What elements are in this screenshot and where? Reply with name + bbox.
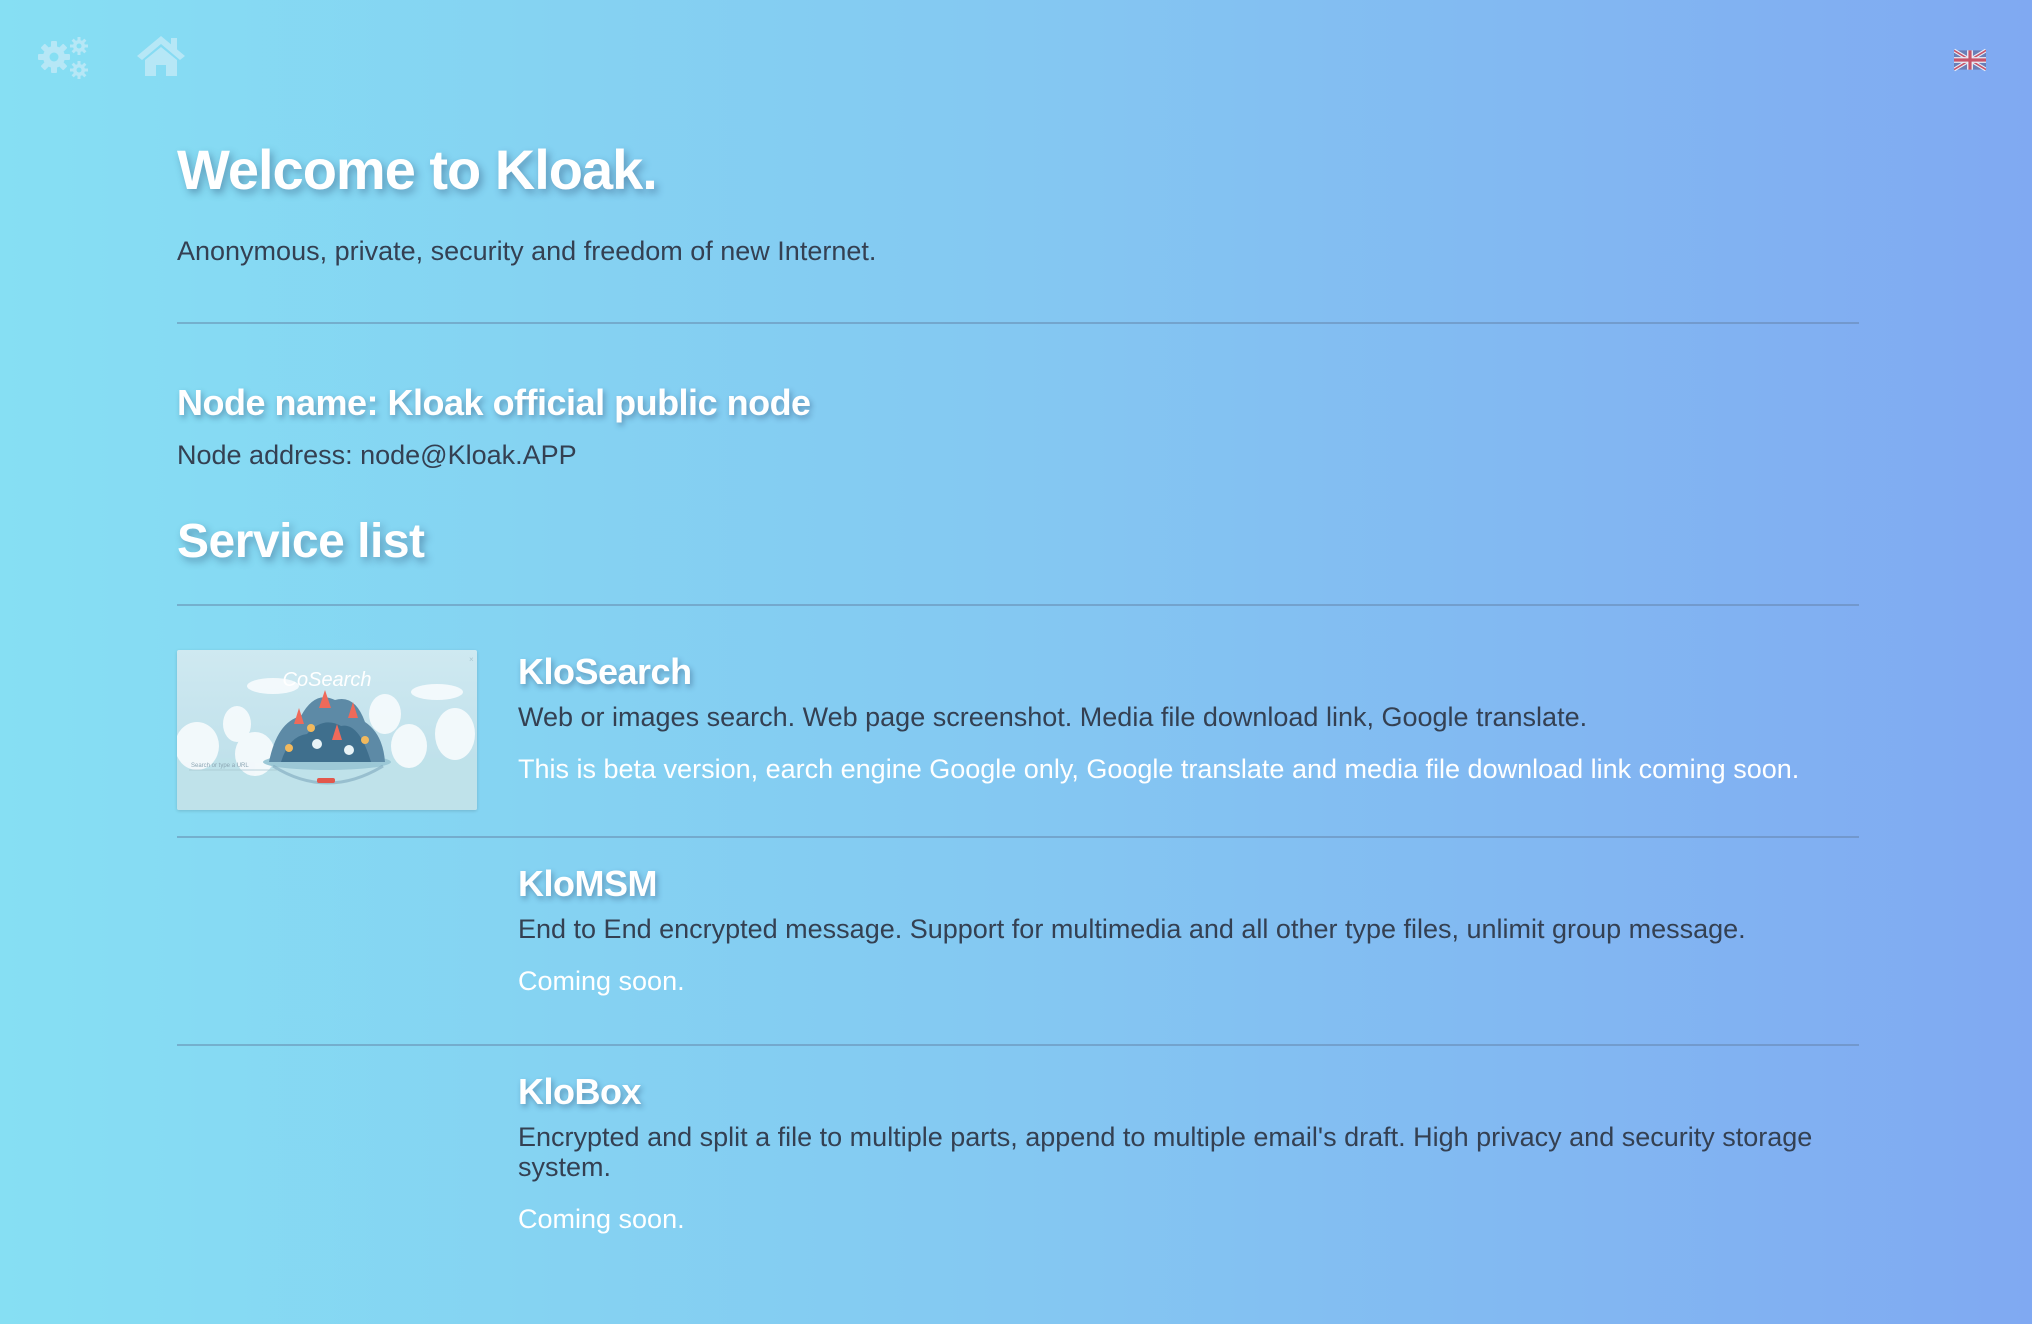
service-title-klomsm[interactable]: KloMSM	[518, 862, 1839, 906]
service-status: This is beta version, earch engine Googl…	[518, 754, 1800, 784]
service-status: Coming soon.	[518, 1204, 685, 1234]
divider	[177, 322, 1859, 324]
svg-text:×: ×	[469, 655, 474, 664]
uk-flag-icon[interactable]	[1953, 48, 1987, 72]
service-title-klosearch[interactable]: KloSearch	[518, 650, 1839, 694]
service-item-klobox[interactable]: KloBox Encrypted and split a file to mul…	[177, 1046, 1859, 1234]
node-address: Node address: node@Kloak.APP	[177, 440, 577, 470]
service-description: End to End encrypted message. Support fo…	[518, 914, 1746, 944]
service-body: KloMSM End to End encrypted message. Sup…	[518, 862, 1859, 998]
service-body: KloBox Encrypted and split a file to mul…	[518, 1070, 1859, 1236]
top-bar	[0, 0, 2032, 110]
thumbnail-brand-text: CoSearch	[283, 669, 372, 691]
service-thumbnail-column: CoSearch Search or type a URL ×	[177, 650, 518, 810]
main-content: Welcome to Kloak. Anonymous, private, se…	[177, 130, 1859, 1234]
service-description: Encrypted and split a file to multiple p…	[518, 1122, 1813, 1182]
service-description: Web or images search. Web page screensho…	[518, 702, 1588, 732]
page-subtitle: Anonymous, private, security and freedom…	[177, 236, 877, 266]
cosearch-thumbnail[interactable]: CoSearch Search or type a URL ×	[177, 650, 477, 810]
service-status: Coming soon.	[518, 966, 685, 996]
service-title-klobox[interactable]: KloBox	[518, 1070, 1839, 1114]
gears-icon[interactable]	[34, 32, 94, 82]
service-list-heading: Service list	[177, 515, 425, 568]
service-item-klomsm[interactable]: KloMSM End to End encrypted message. Sup…	[177, 838, 1859, 1044]
page-title: Welcome to Kloak.	[177, 138, 658, 201]
home-icon[interactable]	[136, 32, 186, 80]
service-item-klosearch[interactable]: CoSearch Search or type a URL × KloSearc…	[177, 606, 1859, 836]
node-name: Node name: Kloak official public node	[177, 382, 811, 423]
service-body: KloSearch Web or images search. Web page…	[518, 650, 1859, 786]
thumbnail-search-placeholder: Search or type a URL	[191, 763, 249, 769]
